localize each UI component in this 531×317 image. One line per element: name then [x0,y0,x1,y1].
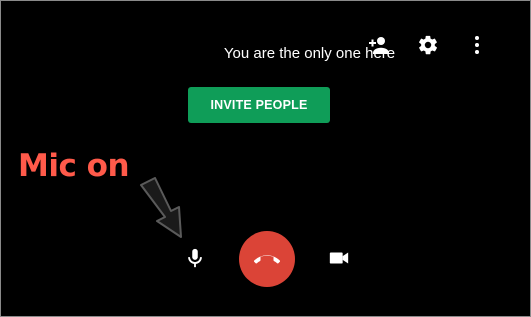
status-message: You are the only one here [223,45,396,62]
microphone-icon[interactable] [181,244,209,272]
hang-up-phone-icon [254,255,280,264]
invite-people-button[interactable]: INVITE PEOPLE [188,87,330,123]
mic-on-annotation: Mic on [18,148,130,184]
hang-up-button[interactable] [239,231,295,287]
video-camera-icon[interactable] [325,244,353,272]
annotation-arrow-icon [140,177,182,238]
meeting-window: You are the only one here INVITE PEOPLE … [0,0,531,317]
